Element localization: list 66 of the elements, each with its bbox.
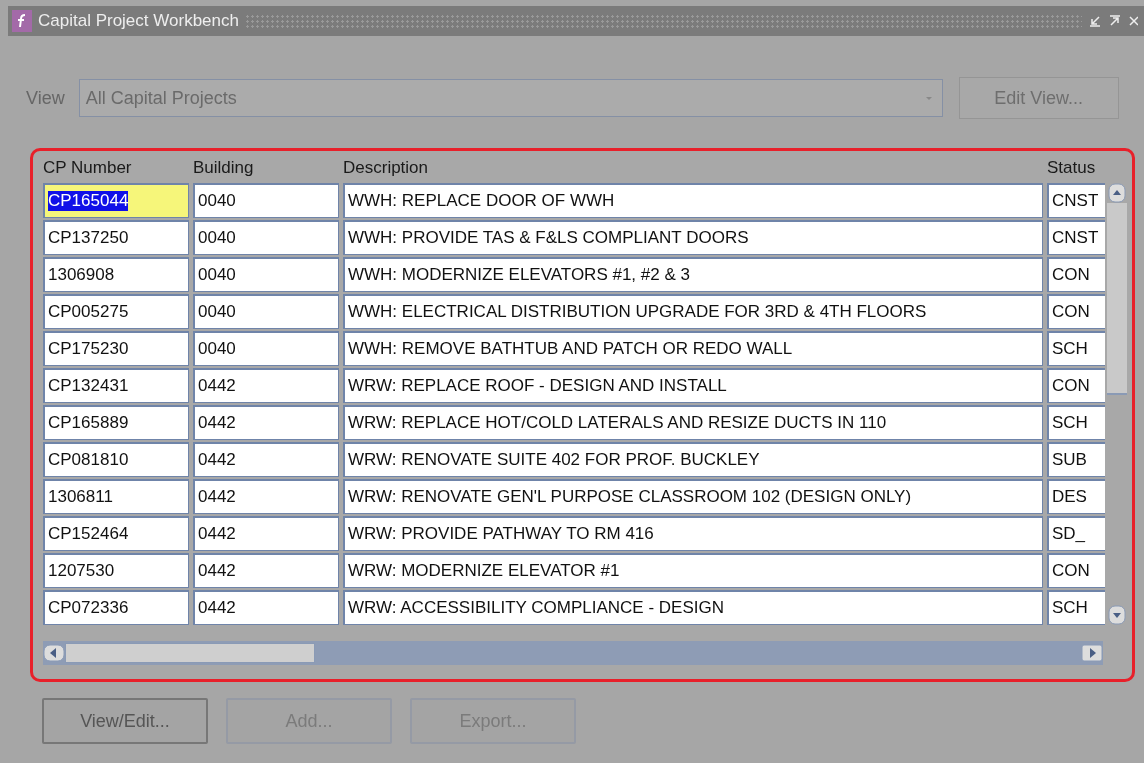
table-cell[interactable]: CP005275 <box>43 294 189 329</box>
horizontal-scrollbar[interactable] <box>43 641 1103 665</box>
maximize-icon[interactable] <box>1108 14 1122 28</box>
table-cell[interactable]: WRW: REPLACE HOT/COLD LATERALS AND RESIZE DUCTS IN 110 <box>343 405 1043 440</box>
table-cell[interactable]: WRW: ACCESSIBILITY COMPLIANCE - DESIGN <box>343 590 1043 625</box>
scroll-up-icon[interactable] <box>1107 183 1127 203</box>
table-cell[interactable]: SD_ <box>1047 516 1105 551</box>
table-cell[interactable]: WWH: PROVIDE TAS & F&LS COMPLIANT DOORS <box>343 220 1043 255</box>
table-cell[interactable]: CNST <box>1047 220 1105 255</box>
scroll-right-icon[interactable] <box>1081 643 1103 663</box>
table-cell[interactable]: 1306908 <box>43 257 189 292</box>
table-cell[interactable]: 1306811 <box>43 479 189 514</box>
table-cell[interactable]: SCH <box>1047 331 1105 366</box>
table-cell[interactable]: WRW: MODERNIZE ELEVATOR #1 <box>343 553 1043 588</box>
app-logo-icon <box>12 10 32 32</box>
table-cell[interactable]: CP072336 <box>43 590 189 625</box>
table-cell[interactable]: 0442 <box>193 516 339 551</box>
table-cell[interactable]: CP165044 <box>43 183 189 218</box>
table-cell[interactable]: 0442 <box>193 368 339 403</box>
table-cell[interactable]: CP175230 <box>43 331 189 366</box>
column-header: Description <box>343 158 430 178</box>
table-cell[interactable]: 0040 <box>193 183 339 218</box>
table-cell[interactable]: 0442 <box>193 479 339 514</box>
table-cell[interactable]: WRW: PROVIDE PATHWAY TO RM 416 <box>343 516 1043 551</box>
table-cell[interactable]: WRW: RENOVATE SUITE 402 FOR PROF. BUCKLEY <box>343 442 1043 477</box>
table-cell[interactable]: 0040 <box>193 220 339 255</box>
table-cell[interactable]: WWH: REPLACE DOOR OF WWH <box>343 183 1043 218</box>
table-cell[interactable]: CON <box>1047 553 1105 588</box>
view-label: View <box>26 87 65 109</box>
table-cell[interactable]: CON <box>1047 294 1105 329</box>
table-cell[interactable]: WWH: MODERNIZE ELEVATORS #1, #2 & 3 <box>343 257 1043 292</box>
table-cell[interactable]: CP081810 <box>43 442 189 477</box>
table-cell[interactable]: CNST <box>1047 183 1105 218</box>
table-cell[interactable]: 0442 <box>193 405 339 440</box>
table-cell[interactable]: SUB <box>1047 442 1105 477</box>
table-cell[interactable]: CON <box>1047 368 1105 403</box>
window-title: Capital Project Workbench <box>38 11 239 31</box>
vertical-scrollbar[interactable] <box>1107 183 1127 625</box>
column-header: Status <box>1047 158 1097 178</box>
table-cell[interactable]: WRW: REPLACE ROOF - DESIGN AND INSTALL <box>343 368 1043 403</box>
table-cell[interactable]: WWH: REMOVE BATHTUB AND PATCH OR REDO WALL <box>343 331 1043 366</box>
table-cell[interactable]: WRW: RENOVATE GEN'L PURPOSE CLASSROOM 102 (DESIGN ONLY) <box>343 479 1043 514</box>
table-cell[interactable]: 1207530 <box>43 553 189 588</box>
table-cell[interactable]: 0040 <box>193 331 339 366</box>
table-cell[interactable]: CP137250 <box>43 220 189 255</box>
table-cell[interactable]: SCH <box>1047 590 1105 625</box>
scroll-thumb[interactable] <box>1107 203 1127 395</box>
table-cell[interactable]: 0442 <box>193 442 339 477</box>
table-cell[interactable]: 0442 <box>193 553 339 588</box>
scroll-left-icon[interactable] <box>43 643 65 663</box>
table-cell[interactable]: CP165889 <box>43 405 189 440</box>
scroll-down-icon[interactable] <box>1107 605 1127 625</box>
table-cell[interactable]: CP152464 <box>43 516 189 551</box>
column-header: CP Number <box>43 158 133 178</box>
table-cell[interactable]: WWH: ELECTRICAL DISTRIBUTION UPGRADE FOR 3RD & 4TH FLOORS <box>343 294 1043 329</box>
table-cell[interactable]: 0040 <box>193 294 339 329</box>
close-icon[interactable] <box>1128 14 1138 28</box>
column-header: Building <box>193 158 255 178</box>
table-cell[interactable]: SCH <box>1047 405 1105 440</box>
table-cell[interactable]: 0442 <box>193 590 339 625</box>
table-cell[interactable]: CON <box>1047 257 1105 292</box>
table-cell[interactable]: CP132431 <box>43 368 189 403</box>
scroll-thumb[interactable] <box>65 643 315 663</box>
table-cell[interactable]: DES <box>1047 479 1105 514</box>
table-cell[interactable]: 0040 <box>193 257 339 292</box>
minimize-icon[interactable] <box>1088 14 1102 28</box>
